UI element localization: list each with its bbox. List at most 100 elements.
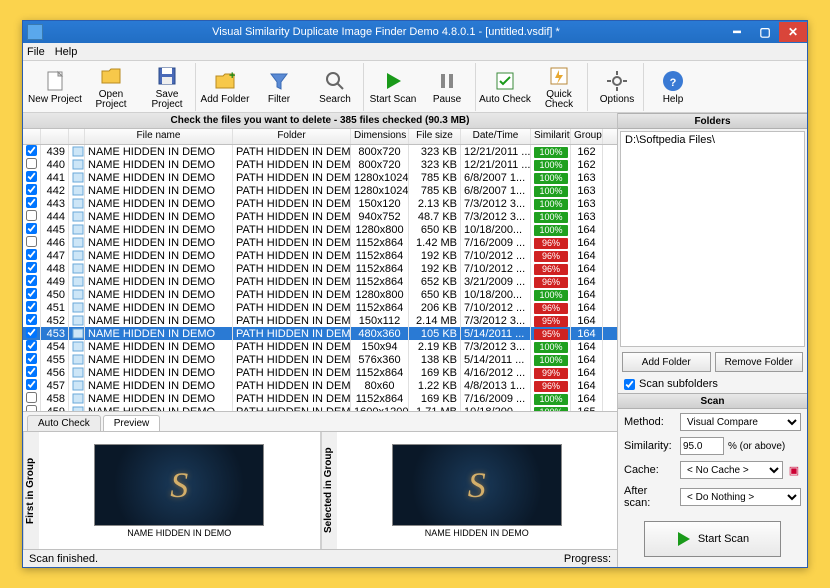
row-checkbox[interactable] — [26, 223, 37, 234]
col-filesize[interactable]: File size — [409, 129, 461, 144]
table-row[interactable]: 455NAME HIDDEN IN DEMOPATH HIDDEN IN DEM… — [23, 353, 617, 366]
toolbar-pause[interactable]: Pause — [419, 63, 475, 111]
row-checkbox[interactable] — [26, 379, 37, 390]
table-row[interactable]: 441NAME HIDDEN IN DEMOPATH HIDDEN IN DEM… — [23, 171, 617, 184]
toolbar-filter[interactable]: Filter — [251, 63, 307, 111]
main-panel: Check the files you want to delete - 385… — [23, 113, 618, 567]
col-group[interactable]: Group — [571, 129, 603, 144]
add-folder-button[interactable]: Add Folder — [622, 352, 711, 372]
start-scan-button[interactable]: Start Scan — [644, 521, 781, 557]
titlebar: Visual Similarity Duplicate Image Finder… — [23, 21, 807, 43]
toolbar-new-project[interactable]: New Project — [27, 63, 83, 111]
tab-preview[interactable]: Preview — [103, 415, 161, 431]
row-checkbox[interactable] — [26, 392, 37, 403]
row-checkbox[interactable] — [26, 262, 37, 273]
table-row[interactable]: 449NAME HIDDEN IN DEMOPATH HIDDEN IN DEM… — [23, 275, 617, 288]
scan-subfolders-checkbox[interactable] — [624, 379, 635, 390]
table-row[interactable]: 458NAME HIDDEN IN DEMOPATH HIDDEN IN DEM… — [23, 392, 617, 405]
selected-in-group-label: Selected in Group — [321, 432, 337, 549]
method-select[interactable]: Visual Compare — [680, 413, 801, 431]
selected-caption: NAME HIDDEN IN DEMO — [425, 528, 529, 538]
row-checkbox[interactable] — [26, 301, 37, 312]
table-row[interactable]: 456NAME HIDDEN IN DEMOPATH HIDDEN IN DEM… — [23, 366, 617, 379]
cache-clear-icon[interactable]: ▣ — [787, 464, 801, 477]
toolbar-quick-check[interactable]: Quick Check — [531, 63, 587, 111]
file-icon — [69, 223, 85, 237]
row-checkbox[interactable] — [26, 197, 37, 208]
side-panel: Folders D:\Softpedia Files\ Add Folder R… — [618, 113, 807, 567]
row-checkbox[interactable] — [26, 210, 37, 221]
menu-help[interactable]: Help — [55, 46, 78, 58]
row-checkbox[interactable] — [26, 275, 37, 286]
row-checkbox[interactable] — [26, 171, 37, 182]
toolbar-save-project[interactable]: Save Project — [139, 63, 195, 111]
table-row[interactable]: 452NAME HIDDEN IN DEMOPATH HIDDEN IN DEM… — [23, 314, 617, 327]
menu-file[interactable]: File — [27, 46, 45, 58]
file-icon — [69, 314, 85, 328]
toolbar-help[interactable]: ?Help — [643, 63, 699, 111]
selected-thumbnail[interactable] — [392, 444, 562, 526]
tab-auto-check[interactable]: Auto Check — [27, 415, 101, 431]
toolbar-start-scan[interactable]: Start Scan — [363, 63, 419, 111]
table-row[interactable]: 447NAME HIDDEN IN DEMOPATH HIDDEN IN DEM… — [23, 249, 617, 262]
help-icon: ? — [661, 69, 685, 93]
table-row[interactable]: 446NAME HIDDEN IN DEMOPATH HIDDEN IN DEM… — [23, 236, 617, 249]
window-title: Visual Similarity Duplicate Image Finder… — [49, 26, 723, 38]
file-icon — [69, 145, 85, 159]
file-icon — [69, 379, 85, 393]
row-checkbox[interactable] — [26, 184, 37, 195]
similarity-suffix: % (or above) — [728, 441, 785, 452]
close-button[interactable]: ✕ — [779, 22, 807, 42]
row-checkbox[interactable] — [26, 288, 37, 299]
minimize-button[interactable]: ━ — [723, 22, 751, 42]
pause-icon — [435, 69, 459, 93]
table-row[interactable]: 451NAME HIDDEN IN DEMOPATH HIDDEN IN DEM… — [23, 301, 617, 314]
remove-folder-button[interactable]: Remove Folder — [715, 352, 804, 372]
col-filename[interactable]: File name — [85, 129, 233, 144]
row-checkbox[interactable] — [26, 314, 37, 325]
toolbar-search[interactable]: Search — [307, 63, 363, 111]
col-datetime[interactable]: Date/Time — [461, 129, 531, 144]
row-checkbox[interactable] — [26, 327, 37, 338]
file-icon — [69, 392, 85, 406]
results-grid: File name Folder Dimensions File size Da… — [23, 129, 617, 411]
table-row[interactable]: 439NAME HIDDEN IN DEMOPATH HIDDEN IN DEM… — [23, 145, 617, 158]
toolbar-open-project[interactable]: Open Project — [83, 63, 139, 111]
toolbar-auto-check[interactable]: Auto Check — [475, 63, 531, 111]
folders-list[interactable]: D:\Softpedia Files\ — [620, 131, 805, 347]
row-checkbox[interactable] — [26, 340, 37, 351]
toolbar-add-folder[interactable]: +Add Folder — [195, 63, 251, 111]
first-thumbnail[interactable] — [94, 444, 264, 526]
row-checkbox[interactable] — [26, 145, 37, 156]
table-row[interactable]: 445NAME HIDDEN IN DEMOPATH HIDDEN IN DEM… — [23, 223, 617, 236]
row-checkbox[interactable] — [26, 158, 37, 169]
grid-rows[interactable]: 439NAME HIDDEN IN DEMOPATH HIDDEN IN DEM… — [23, 145, 617, 411]
row-checkbox[interactable] — [26, 236, 37, 247]
scan-subfolders-label: Scan subfolders — [639, 378, 718, 390]
row-checkbox[interactable] — [26, 249, 37, 260]
col-dimensions[interactable]: Dimensions — [351, 129, 409, 144]
table-row[interactable]: 444NAME HIDDEN IN DEMOPATH HIDDEN IN DEM… — [23, 210, 617, 223]
gear-icon — [605, 69, 629, 93]
file-icon — [69, 171, 85, 185]
table-row[interactable]: 457NAME HIDDEN IN DEMOPATH HIDDEN IN DEM… — [23, 379, 617, 392]
table-row[interactable]: 453NAME HIDDEN IN DEMOPATH HIDDEN IN DEM… — [23, 327, 617, 340]
app-icon — [27, 24, 43, 40]
svg-text:+: + — [229, 70, 235, 82]
table-row[interactable]: 448NAME HIDDEN IN DEMOPATH HIDDEN IN DEM… — [23, 262, 617, 275]
similarity-input[interactable] — [680, 437, 724, 455]
table-row[interactable]: 440NAME HIDDEN IN DEMOPATH HIDDEN IN DEM… — [23, 158, 617, 171]
table-row[interactable]: 442NAME HIDDEN IN DEMOPATH HIDDEN IN DEM… — [23, 184, 617, 197]
table-row[interactable]: 450NAME HIDDEN IN DEMOPATH HIDDEN IN DEM… — [23, 288, 617, 301]
col-folder[interactable]: Folder — [233, 129, 351, 144]
col-similarity[interactable]: Similarity — [531, 129, 571, 144]
auto-icon — [493, 69, 517, 93]
row-checkbox[interactable] — [26, 353, 37, 364]
after-scan-select[interactable]: < Do Nothing > — [680, 488, 801, 506]
row-checkbox[interactable] — [26, 366, 37, 377]
maximize-button[interactable]: ▢ — [751, 22, 779, 42]
toolbar-options[interactable]: Options — [587, 63, 643, 111]
table-row[interactable]: 454NAME HIDDEN IN DEMOPATH HIDDEN IN DEM… — [23, 340, 617, 353]
cache-select[interactable]: < No Cache > — [680, 461, 783, 479]
table-row[interactable]: 443NAME HIDDEN IN DEMOPATH HIDDEN IN DEM… — [23, 197, 617, 210]
